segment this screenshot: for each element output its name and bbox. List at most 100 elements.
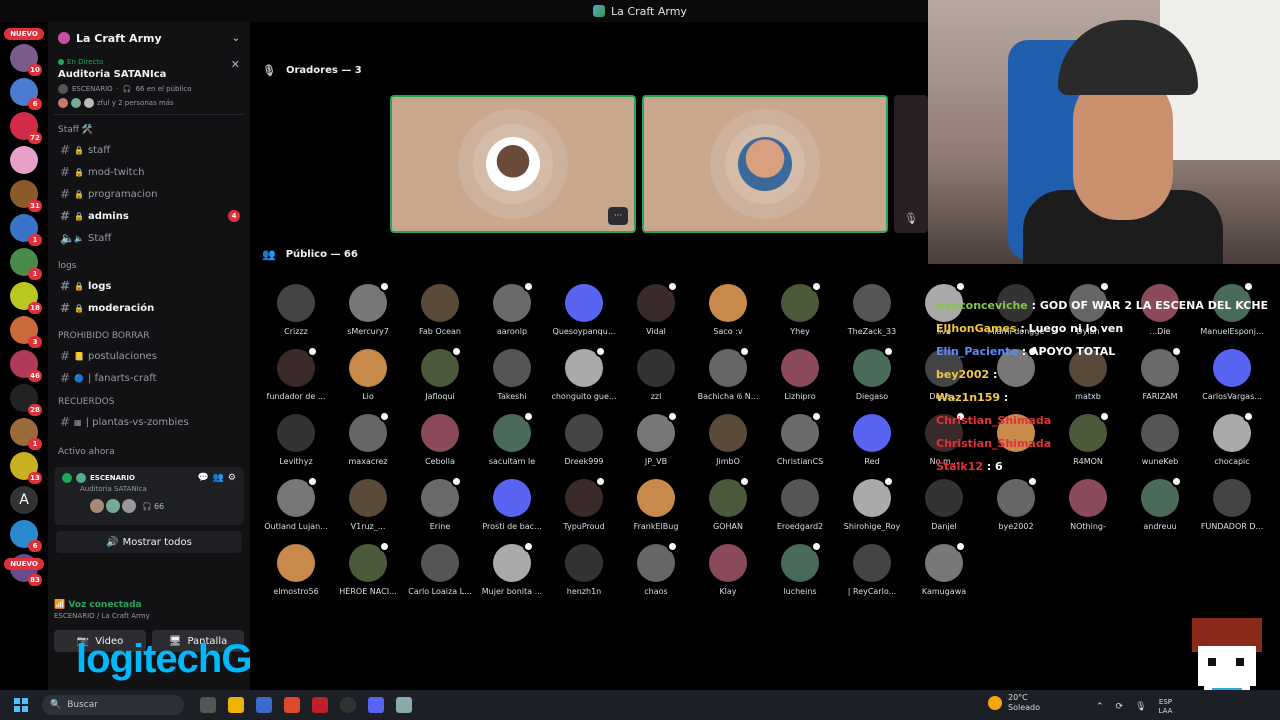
- audience-member[interactable]: Levithyz: [260, 414, 332, 466]
- audience-member[interactable]: Cebolla: [404, 414, 476, 466]
- audience-member[interactable]: Vidal: [620, 281, 692, 336]
- channel-moderacion[interactable]: # 🔒 moderación: [48, 297, 250, 319]
- audience-member[interactable]: Mujer bonita ...: [476, 541, 548, 596]
- server-icon[interactable]: 3: [10, 316, 42, 348]
- server-icon[interactable]: 13: [10, 452, 42, 484]
- active-stage-card[interactable]: ESCENARIO 💬 👥 ⚙ Auditoria SATANIca 🎧 66: [54, 467, 244, 525]
- channel-programacion[interactable]: # 🔒 programacion: [48, 183, 250, 205]
- channel-staff[interactable]: # 🔒 staff: [48, 139, 250, 161]
- audience-member[interactable]: Fab Ocean: [404, 284, 476, 336]
- taskview-icon[interactable]: [200, 697, 216, 713]
- audience-member[interactable]: Lizhipro: [764, 349, 836, 401]
- more-options-button[interactable]: ···: [608, 207, 628, 225]
- category-logs[interactable]: logs: [48, 257, 250, 275]
- audience-member[interactable]: HÉROE NACI...: [332, 541, 404, 596]
- server-header[interactable]: La Craft Army ⌄: [48, 22, 250, 54]
- server-icon[interactable]: 46: [10, 350, 42, 382]
- audience-member[interactable]: Prosti de bac...: [476, 479, 548, 531]
- audience-member[interactable]: | ReyCarlo...: [836, 544, 908, 596]
- channel-plantas[interactable]: # ▦ | plantas-vs-zombies: [48, 411, 250, 433]
- category-prohibido[interactable]: PROHIBIDO BORRAR: [48, 327, 250, 345]
- audience-member[interactable]: maxacrez: [332, 411, 404, 466]
- audience-member[interactable]: andreuu: [1124, 476, 1196, 531]
- server-icon[interactable]: 72: [10, 112, 42, 144]
- gear-icon[interactable]: ⚙: [228, 473, 236, 483]
- obs-icon[interactable]: [340, 697, 356, 713]
- audience-member[interactable]: FUNDADOR D...: [1196, 479, 1268, 531]
- speaker-tile[interactable]: 🎙: [894, 95, 928, 233]
- channel-postulaciones[interactable]: # 📒 postulaciones: [48, 345, 250, 367]
- speaker-tile[interactable]: ···: [390, 95, 636, 233]
- audience-member[interactable]: chonguito gue...: [548, 346, 620, 401]
- brave-icon[interactable]: [284, 697, 300, 713]
- chevron-up-icon[interactable]: ⌃: [1096, 702, 1104, 712]
- server-icon[interactable]: 31: [10, 180, 42, 212]
- server-icon[interactable]: 6: [10, 78, 42, 110]
- audience-member[interactable]: GOHAN: [692, 476, 764, 531]
- category-recuerdos[interactable]: RECUERDOS: [48, 393, 250, 411]
- audience-member[interactable]: Lio: [332, 349, 404, 401]
- mic-icon[interactable]: 🎙: [1135, 702, 1146, 712]
- server-icon[interactable]: 1: [10, 248, 42, 280]
- audience-member[interactable]: JP_VB: [620, 411, 692, 466]
- audience-member[interactable]: TypuProud: [548, 476, 620, 531]
- audience-member[interactable]: Yhey: [764, 281, 836, 336]
- audience-member[interactable]: ChristianCS: [764, 411, 836, 466]
- store-icon[interactable]: [256, 697, 272, 713]
- chat-icon[interactable]: 💬: [197, 473, 208, 483]
- audience-member[interactable]: Erine: [404, 476, 476, 531]
- audience-member[interactable]: Eroedgard2: [764, 479, 836, 531]
- audience-member[interactable]: henzh1n: [548, 544, 620, 596]
- audience-member[interactable]: Quesoypanqu...: [548, 284, 620, 336]
- show-all-button[interactable]: 🔊 Mostrar todos: [56, 531, 242, 553]
- audience-member[interactable]: Dreek999: [548, 414, 620, 466]
- server-icon[interactable]: 18: [10, 282, 42, 314]
- audience-member[interactable]: Crizzz: [260, 284, 332, 336]
- audience-member[interactable]: NOthing-: [1052, 479, 1124, 531]
- audience-member[interactable]: lucheins: [764, 541, 836, 596]
- audience-member[interactable]: sMercury7: [332, 281, 404, 336]
- audience-member[interactable]: Klay: [692, 544, 764, 596]
- app-icon[interactable]: [312, 697, 328, 713]
- discord-icon[interactable]: [368, 697, 384, 713]
- audience-member[interactable]: bye2002: [980, 476, 1052, 531]
- channel-admins[interactable]: # 🔒 admins 4: [48, 205, 250, 227]
- audience-member[interactable]: Red: [836, 414, 908, 466]
- server-icon[interactable]: 1: [10, 418, 42, 450]
- audience-member[interactable]: V1ruz_...: [332, 479, 404, 531]
- audience-member[interactable]: elmostro56: [260, 544, 332, 596]
- windows-start-icon[interactable]: [14, 698, 28, 712]
- audience-member[interactable]: zzl: [620, 349, 692, 401]
- channel-fanarts[interactable]: # 🔵 | fanarts-craft: [48, 367, 250, 389]
- channel-logs[interactable]: # 🔒 logs: [48, 275, 250, 297]
- audience-member[interactable]: Carlo Loaiza L...: [404, 544, 476, 596]
- category-staff[interactable]: Staff 🛠️: [48, 121, 250, 139]
- audience-member[interactable]: Danjel: [908, 479, 980, 531]
- server-icon[interactable]: A: [10, 486, 38, 514]
- close-icon[interactable]: ✕: [231, 58, 240, 71]
- voice-channel-staff[interactable]: 🔈 🔈 Staff: [48, 227, 250, 249]
- search-box[interactable]: 🔍 Buscar: [42, 695, 184, 715]
- audience-member[interactable]: Jafloqui: [404, 346, 476, 401]
- audience-member[interactable]: aaronlp: [476, 281, 548, 336]
- audience-member[interactable]: Takeshi: [476, 349, 548, 401]
- audience-member[interactable]: Shirohige_Roy: [836, 476, 908, 531]
- audience-member[interactable]: fundador de ...: [260, 346, 332, 401]
- people-icon[interactable]: 👥: [213, 473, 224, 483]
- language-indicator[interactable]: ESP LAA: [1159, 698, 1173, 716]
- audience-member[interactable]: sacultam le: [476, 411, 548, 466]
- channel-mod-twitch[interactable]: # 🔒 mod-twitch: [48, 161, 250, 183]
- audience-member[interactable]: Bachicha 𝔊 N...: [692, 346, 764, 402]
- weather-widget[interactable]: 20°C Soleado: [988, 693, 1040, 713]
- server-icon[interactable]: 28: [10, 384, 42, 416]
- server-icon[interactable]: 1: [10, 214, 42, 246]
- settings-icon[interactable]: [396, 697, 412, 713]
- audience-member[interactable]: JimbO: [692, 414, 764, 466]
- audience-member[interactable]: Kamugawa: [908, 541, 980, 596]
- speaker-tile[interactable]: [642, 95, 888, 233]
- server-icon[interactable]: 6: [10, 520, 42, 552]
- audience-member[interactable]: chaos: [620, 541, 692, 596]
- server-icon[interactable]: 10: [10, 44, 42, 76]
- server-icon[interactable]: [10, 146, 38, 174]
- audience-member[interactable]: Outland Lujan...: [260, 476, 332, 531]
